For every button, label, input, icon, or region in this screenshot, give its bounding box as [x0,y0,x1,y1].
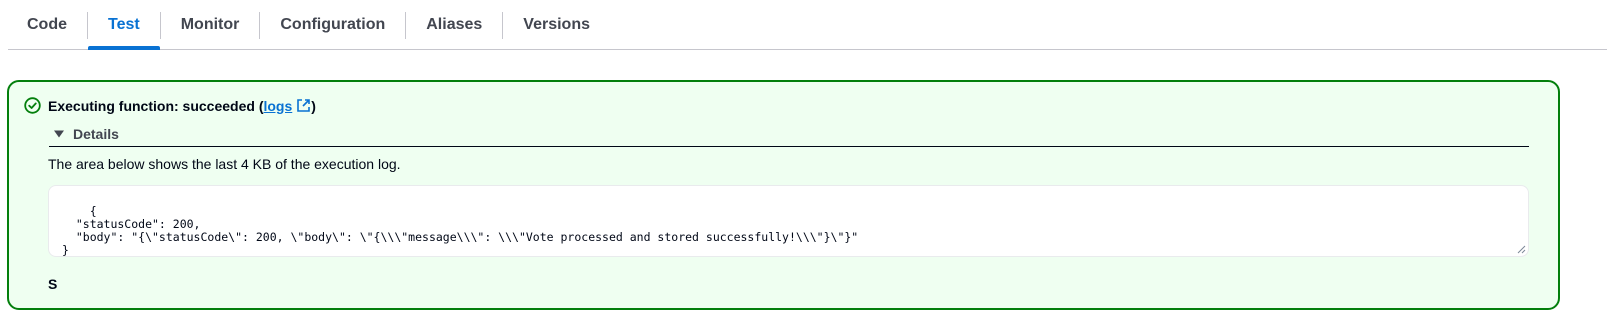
execution-result-alert: Executing function: succeeded ( logs ) D… [7,80,1560,310]
logs-link-label: logs [263,97,293,114]
tab-bar: Code Test Monitor Configuration Aliases … [8,0,1607,50]
next-section-heading: S [48,276,58,292]
resize-handle-icon[interactable] [1517,245,1526,254]
tab-versions[interactable]: Versions [503,0,610,50]
tab-test[interactable]: Test [88,0,160,50]
alert-header: Executing function: succeeded ( logs ) [24,97,316,114]
tab-monitor[interactable]: Monitor [161,0,260,50]
tab-code[interactable]: Code [8,0,87,50]
details-expander[interactable]: Details [49,122,1529,147]
check-circle-icon [24,97,41,114]
tab-configuration[interactable]: Configuration [260,0,405,50]
caret-down-icon [53,128,65,140]
tab-aliases[interactable]: Aliases [406,0,502,50]
details-label: Details [73,126,119,142]
external-link-icon [296,98,311,113]
alert-title-suffix: ) [311,97,316,114]
log-text: { "statusCode": 200, "body": "{\"statusC… [62,204,859,257]
alert-title-prefix: Executing function: succeeded ( [48,97,264,114]
execution-log-output[interactable]: { "statusCode": 200, "body": "{\"statusC… [48,185,1529,257]
logs-link[interactable]: logs [263,98,311,114]
log-description: The area below shows the last 4 KB of th… [48,156,401,172]
